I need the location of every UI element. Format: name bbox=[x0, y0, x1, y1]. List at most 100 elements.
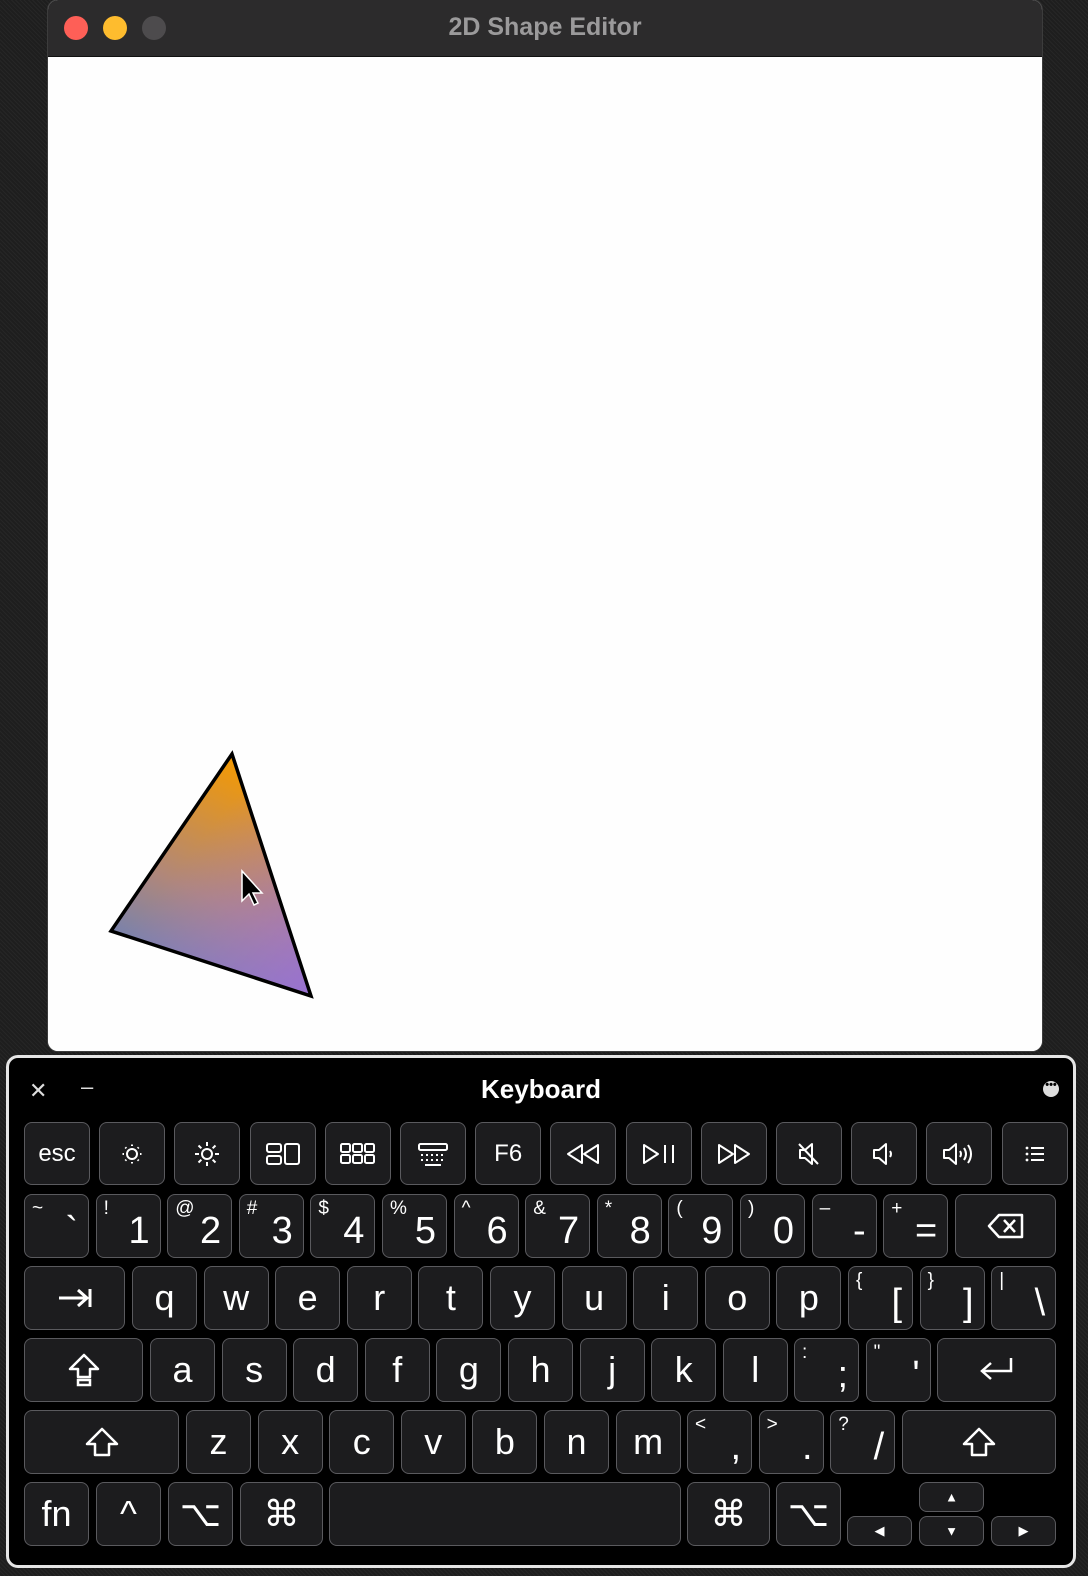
canvas-svg bbox=[108, 750, 314, 999]
key-play-pause[interactable] bbox=[625, 1122, 692, 1185]
key-2-shift-label: @ bbox=[175, 1198, 195, 1219]
key-quote[interactable]: " ' bbox=[865, 1338, 931, 1402]
key-h-label: h bbox=[530, 1349, 551, 1390]
key-option-right[interactable]: ⌥ bbox=[776, 1482, 841, 1546]
key-brightness-down[interactable] bbox=[99, 1122, 166, 1185]
key-return[interactable] bbox=[937, 1338, 1056, 1402]
key-quote-shift-label: " bbox=[873, 1342, 881, 1363]
key---label: - bbox=[852, 1210, 866, 1252]
key-g[interactable]: g bbox=[436, 1338, 502, 1402]
key-shift-left[interactable] bbox=[24, 1410, 179, 1474]
key-rewind[interactable] bbox=[550, 1122, 617, 1185]
key-fn[interactable]: fn bbox=[24, 1482, 89, 1546]
key-i[interactable]: i bbox=[633, 1266, 699, 1330]
key-q[interactable]: q bbox=[132, 1266, 197, 1330]
key-f6[interactable]: F6 bbox=[475, 1122, 542, 1185]
key-r[interactable]: r bbox=[346, 1266, 412, 1330]
key-backtick[interactable]: ~ ` bbox=[24, 1194, 89, 1258]
key-bracket-right[interactable]: }] bbox=[919, 1266, 985, 1330]
key-o[interactable]: o bbox=[704, 1266, 770, 1330]
key-comma[interactable]: <, bbox=[687, 1410, 752, 1474]
key-list[interactable] bbox=[1001, 1122, 1068, 1185]
key-3-label: 3 bbox=[271, 1210, 293, 1252]
key-semicolon[interactable]: :; bbox=[794, 1338, 859, 1402]
key-arrow-up[interactable]: ▲ bbox=[919, 1482, 984, 1512]
key-shift-right[interactable] bbox=[902, 1410, 1056, 1474]
key-u[interactable]: u bbox=[561, 1266, 627, 1330]
key-u-label: u bbox=[584, 1277, 605, 1318]
key-semicolon-label: ; bbox=[837, 1354, 848, 1396]
key-bracket-left[interactable]: {[ bbox=[848, 1266, 913, 1330]
key-mission-control[interactable] bbox=[249, 1122, 316, 1185]
key-keyboard-backlight[interactable] bbox=[400, 1122, 466, 1185]
key-c[interactable]: c bbox=[329, 1410, 395, 1474]
key-b[interactable]: b bbox=[472, 1410, 538, 1474]
key-4-label: 4 bbox=[343, 1210, 365, 1252]
key-7[interactable]: & 7 bbox=[525, 1194, 591, 1258]
key-d[interactable]: d bbox=[293, 1338, 359, 1402]
key-x[interactable]: x bbox=[257, 1410, 323, 1474]
key-arrow-right[interactable]: ▶ bbox=[991, 1516, 1056, 1546]
key-volume-down[interactable] bbox=[851, 1122, 918, 1185]
drawing-canvas[interactable] bbox=[48, 57, 1042, 1051]
key-1[interactable]: ! 1 bbox=[95, 1194, 161, 1258]
key-option-left[interactable]: ⌥ bbox=[168, 1482, 233, 1546]
key--[interactable]: – - bbox=[811, 1194, 877, 1258]
key-=[interactable]: + = bbox=[883, 1194, 949, 1258]
key-f6-label: F6 bbox=[494, 1139, 523, 1167]
key-period[interactable]: >. bbox=[758, 1410, 824, 1474]
key-j[interactable]: j bbox=[579, 1338, 645, 1402]
key-bracket-right-shift-label: } bbox=[927, 1270, 934, 1291]
key-6[interactable]: ^ 6 bbox=[453, 1194, 519, 1258]
key-slash[interactable]: ? / bbox=[830, 1410, 896, 1474]
key-z[interactable]: z bbox=[186, 1410, 251, 1474]
key-j-label: j bbox=[608, 1349, 617, 1390]
key-a[interactable]: a bbox=[150, 1338, 215, 1402]
key-w[interactable]: w bbox=[203, 1266, 269, 1330]
key-arrow-left[interactable]: ◀ bbox=[847, 1516, 912, 1546]
key-f[interactable]: f bbox=[364, 1338, 430, 1402]
key-0[interactable]: ) 0 bbox=[740, 1194, 805, 1258]
key-space[interactable] bbox=[329, 1482, 681, 1546]
key-t[interactable]: t bbox=[418, 1266, 484, 1330]
key-esc[interactable]: esc bbox=[24, 1122, 90, 1185]
key-arrow-down[interactable]: ▼ bbox=[919, 1516, 984, 1546]
key-2[interactable]: @2 bbox=[167, 1194, 233, 1258]
key-mute[interactable] bbox=[776, 1122, 842, 1185]
key-backslash[interactable]: | \ bbox=[991, 1266, 1057, 1330]
key-control[interactable]: ^ bbox=[96, 1482, 161, 1546]
key-n-label: n bbox=[566, 1421, 587, 1462]
key-2-label: 2 bbox=[200, 1210, 222, 1252]
key-command-left[interactable]: ⌘ bbox=[240, 1482, 323, 1546]
key-quote-label: ' bbox=[912, 1354, 920, 1396]
key-tab[interactable] bbox=[24, 1266, 125, 1330]
key-7-shift-label: & bbox=[533, 1198, 546, 1219]
key-s[interactable]: s bbox=[221, 1338, 287, 1402]
key-p[interactable]: p bbox=[776, 1266, 842, 1330]
key-e[interactable]: e bbox=[275, 1266, 341, 1330]
key-period-shift-label: > bbox=[766, 1414, 778, 1435]
key-delete[interactable] bbox=[955, 1194, 1056, 1258]
key-k[interactable]: k bbox=[651, 1338, 717, 1402]
key-8[interactable]: * 8 bbox=[596, 1194, 662, 1258]
key-v[interactable]: v bbox=[400, 1410, 466, 1474]
key-backslash-label: \ bbox=[1034, 1282, 1046, 1324]
key-m[interactable]: m bbox=[615, 1410, 681, 1474]
key-5[interactable]: % 5 bbox=[382, 1194, 447, 1258]
key-9[interactable]: (9 bbox=[668, 1194, 734, 1258]
key-brightness-up[interactable] bbox=[174, 1122, 241, 1185]
key-z-label: z bbox=[209, 1421, 228, 1462]
key-h[interactable]: h bbox=[508, 1338, 573, 1402]
key-fast-forward[interactable] bbox=[700, 1122, 767, 1185]
key-4[interactable]: $4 bbox=[310, 1194, 376, 1258]
key-volume-up[interactable] bbox=[926, 1122, 993, 1185]
key-command-right[interactable]: ⌘ bbox=[687, 1482, 770, 1546]
key-y[interactable]: y bbox=[490, 1266, 555, 1330]
keyboard-options-button[interactable]: ••• bbox=[1043, 1080, 1059, 1097]
key-7-label: 7 bbox=[558, 1210, 580, 1252]
key-l[interactable]: l bbox=[722, 1338, 788, 1402]
key-launchpad[interactable] bbox=[324, 1122, 391, 1185]
key-n[interactable]: n bbox=[544, 1410, 609, 1474]
key-3[interactable]: #3 bbox=[238, 1194, 304, 1258]
key-caps-lock[interactable] bbox=[24, 1338, 143, 1402]
